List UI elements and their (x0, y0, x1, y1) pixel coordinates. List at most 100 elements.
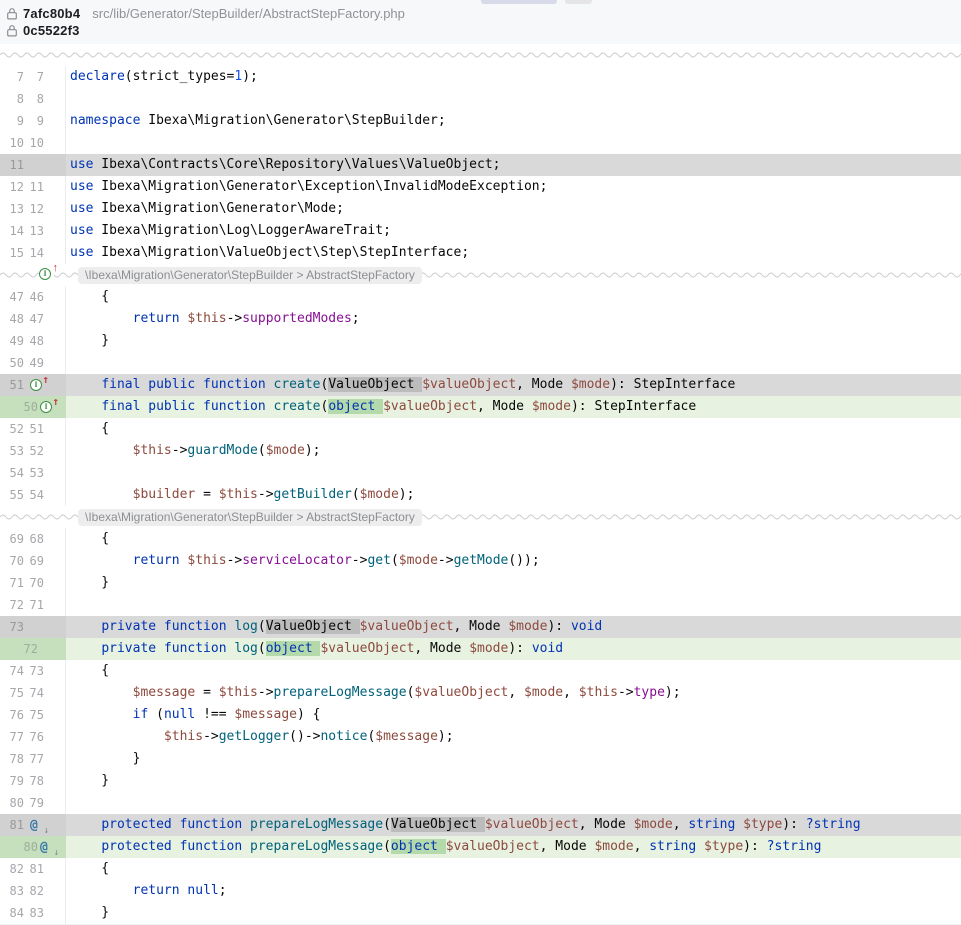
code-text[interactable]: { (66, 858, 961, 880)
lock-icon (6, 24, 18, 37)
old-line-number: 53 (0, 440, 24, 462)
code-text[interactable]: } (66, 770, 961, 792)
code-text[interactable]: use Ibexa\Migration\Log\LoggerAwareTrait… (66, 220, 961, 242)
old-line-number: 13 (0, 198, 24, 220)
gutter: 7574 (0, 682, 66, 704)
old-line-number: 55 (0, 484, 24, 506)
overridden-method-gutter-icon[interactable]: @↓ (30, 818, 45, 833)
code-line: 4847 return $this->supportedModes; (0, 308, 961, 330)
code-text[interactable]: private function log(ValueObject $valueO… (66, 616, 961, 638)
gutter: 7776 (0, 726, 66, 748)
interface-letter: I (30, 379, 42, 391)
code-text[interactable]: return $this->serviceLocator->get($mode-… (66, 550, 961, 572)
code-line: 1514 use Ibexa\Migration\ValueObject\Step… (0, 242, 961, 264)
new-line-number: 14 (24, 242, 44, 264)
code-text[interactable]: } (66, 748, 961, 770)
code-line: 88 (0, 88, 961, 110)
removed-line: 81@↓ protected function prepareLogMessag… (0, 814, 961, 836)
file-path: src/lib/Generator/StepBuilder/AbstractSt… (92, 6, 405, 21)
code-text[interactable]: $this->getLogger()->notice($message); (66, 726, 961, 748)
code-line: 7574 $message = $this->prepareLogMessage… (0, 682, 961, 704)
code-text[interactable]: use Ibexa\Migration\ValueObject\Step\Ste… (66, 242, 961, 264)
code-text[interactable]: protected function prepareLogMessage(obj… (66, 836, 961, 858)
old-line-number: 11 (0, 154, 24, 176)
old-line-number: 15 (0, 242, 24, 264)
code-text[interactable]: } (66, 902, 961, 924)
code-line: 1010 (0, 132, 961, 154)
new-line-number: 73 (24, 660, 44, 682)
code-text[interactable] (66, 462, 961, 484)
gutter: 5352 (0, 440, 66, 462)
old-line-number: 10 (0, 132, 24, 154)
code-text[interactable]: namespace Ibexa\Migration\Generator\Step… (66, 110, 961, 132)
removed-line: 73 private function log(ValueObject $val… (0, 616, 961, 638)
collapsed-region-separator[interactable] (0, 44, 961, 66)
new-line-number: 72 (0, 638, 38, 660)
code-line: 1312use Ibexa\Migration\Generator\Mode; (0, 198, 961, 220)
implements-interface-gutter-icon[interactable]: I↑ (40, 400, 55, 415)
code-text[interactable]: use Ibexa\Migration\Generator\Exception\… (66, 176, 961, 198)
old-line-number: 49 (0, 330, 24, 352)
code-text[interactable]: $this->guardMode($mode); (66, 440, 961, 462)
override-glyph: @ (30, 818, 38, 833)
code-line: 1211use Ibexa\Migration\Generator\Except… (0, 176, 961, 198)
code-text[interactable]: private function log(object $valueObject… (66, 638, 961, 660)
up-arrow-icon: ↑ (42, 374, 49, 385)
code-line: 4746 { (0, 286, 961, 308)
new-line-number: 54 (24, 484, 44, 506)
new-line-number: 71 (24, 594, 44, 616)
code-text[interactable] (66, 792, 961, 814)
overridden-method-gutter-icon[interactable]: @↓ (40, 840, 55, 855)
code-text[interactable]: protected function prepareLogMessage(Val… (66, 814, 961, 836)
code-text[interactable]: if (null !== $message) { (66, 704, 961, 726)
new-line-number: 79 (24, 792, 44, 814)
code-text[interactable] (66, 352, 961, 374)
commit-hash-new: 0c5522f3 (23, 23, 80, 38)
gutter: 7675 (0, 704, 66, 726)
up-arrow-icon: ↑ (52, 396, 59, 407)
code-line: 99namespace Ibexa\Migration\Generator\St… (0, 110, 961, 132)
code-text[interactable]: { (66, 528, 961, 550)
collapsed-region-separator[interactable]: \Ibexa\Migration\Generator\StepBuilder >… (0, 506, 961, 528)
code-text[interactable]: final public function create(object $val… (66, 396, 961, 418)
code-text[interactable]: { (66, 418, 961, 440)
code-text[interactable]: $builder = $this->getBuilder($mode); (66, 484, 961, 506)
code-text[interactable]: $message = $this->prepareLogMessage($val… (66, 682, 961, 704)
new-line-number: 50 (0, 396, 38, 418)
old-line-number: 84 (0, 902, 24, 924)
code-text[interactable]: return $this->supportedModes; (66, 308, 961, 330)
code-text[interactable]: } (66, 330, 961, 352)
code-text[interactable]: } (66, 572, 961, 594)
code-text[interactable]: final public function create(ValueObject… (66, 374, 961, 396)
code-text[interactable]: { (66, 286, 961, 308)
code-text[interactable]: use Ibexa\Migration\Generator\Mode; (66, 198, 961, 220)
code-text[interactable] (66, 594, 961, 616)
gutter: 80@↓ (0, 836, 66, 858)
code-text[interactable] (66, 132, 961, 154)
collapsed-region-separator[interactable]: I↑\Ibexa\Migration\Generator\StepBuilder… (0, 264, 961, 286)
added-line: 50I↑ final public function create(object… (0, 396, 961, 418)
code-line: 5352 $this->guardMode($mode); (0, 440, 961, 462)
tab-fragment[interactable] (481, 0, 557, 4)
up-arrow-icon: ↑ (53, 263, 59, 274)
new-line-number: 74 (24, 682, 44, 704)
tab-fragment[interactable] (565, 0, 592, 4)
code-text[interactable]: declare(strict_types=1); (66, 66, 961, 88)
code-line: 1413use Ibexa\Migration\Log\LoggerAwareT… (0, 220, 961, 242)
implements-interface-gutter-icon[interactable]: I↑ (39, 267, 54, 282)
code-text[interactable] (66, 88, 961, 110)
code-line: 8483 } (0, 902, 961, 924)
code-text[interactable]: { (66, 660, 961, 682)
code-text[interactable]: return null; (66, 880, 961, 902)
code-line: 5453 (0, 462, 961, 484)
old-line-number: 54 (0, 462, 24, 484)
new-line-number: 47 (24, 308, 44, 330)
old-line-number: 52 (0, 418, 24, 440)
code-text[interactable]: use Ibexa\Contracts\Core\Repository\Valu… (66, 154, 961, 176)
new-line-number: 9 (24, 110, 44, 132)
gutter: 4847 (0, 308, 66, 330)
lock-icon (6, 7, 18, 20)
code-line: 5049 (0, 352, 961, 374)
implements-interface-gutter-icon[interactable]: I↑ (30, 378, 45, 393)
new-line-number: 49 (24, 352, 44, 374)
